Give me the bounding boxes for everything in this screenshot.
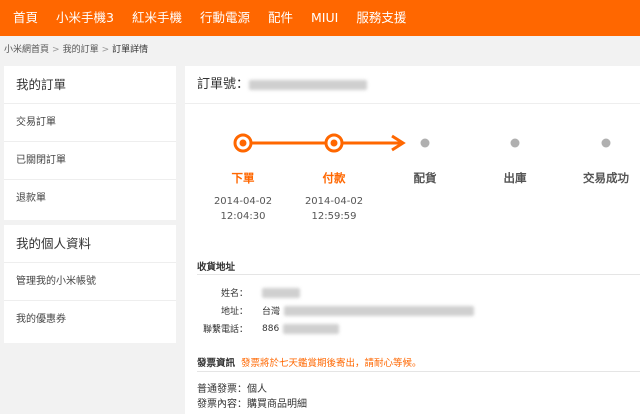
step-label-payment: 付款 (322, 171, 346, 185)
breadcrumb-current: 訂單詳情 (112, 45, 149, 55)
nav-item-mi3[interactable]: 小米手機3 (47, 0, 123, 36)
sidebar-item-coupons[interactable]: 我的優惠券 (4, 301, 176, 339)
breadcrumb-separator: > (101, 45, 110, 55)
shipping-address-label: 地址： (220, 307, 248, 317)
step-date-order: 2014-04-02 (213, 196, 273, 207)
nav-item-powerbank[interactable]: 行動電源 (191, 0, 259, 36)
step-dot-picking (420, 138, 430, 148)
breadcrumb-orders[interactable]: 我的訂單 (63, 45, 99, 55)
step-dot-order-inner (239, 139, 247, 147)
top-nav: 首頁 小米手機3 紅米手機 行動電源 配件 MIUI 服務支援 (0, 0, 640, 36)
shipping-phone-redacted (283, 323, 340, 334)
sidebar-profile: 我的個人資料 管理我的小米帳號 我的優惠券 (4, 225, 176, 343)
shipping-address-redacted (284, 305, 475, 316)
order-progress: 下單 付款 配貨 出庫 交易成功 2014-04-02 12:04:30 201… (185, 128, 640, 238)
sidebar-orders-title: 我的訂單 (4, 66, 176, 104)
shipping-divider (197, 274, 640, 275)
shipping-address-prefix: 台灣 (262, 307, 281, 317)
order-detail-panel: 訂單號： 下單 付款 配貨 出庫 交易成功 2014-04-02 12:04:3… (185, 66, 640, 414)
shipping-phone-row: 聯繫電話： 886 (197, 322, 340, 335)
order-number-row: 訂單號： (185, 66, 640, 104)
invoice-divider (197, 371, 640, 372)
shipping-address-row: 地址： 台灣 (197, 304, 475, 317)
nav-item-support[interactable]: 服務支援 (347, 0, 415, 36)
shipping-phone-label: 聯繫電話： (202, 325, 248, 335)
sidebar-item-account[interactable]: 管理我的小米帳號 (4, 263, 176, 301)
step-label-order: 下單 (231, 171, 255, 185)
invoice-content: 發票內容：購買商品明細 (197, 399, 307, 410)
shipping-name-label: 姓名： (220, 289, 248, 299)
sidebar-profile-title: 我的個人資料 (4, 225, 176, 263)
order-number-redacted (249, 79, 368, 90)
step-label-picking: 配貨 (413, 171, 437, 185)
step-dot-shipping (510, 138, 520, 148)
sidebar-item-closed-orders[interactable]: 已關閉訂單 (4, 142, 176, 180)
invoice-note: 發票將於七天鑑賞期後寄出，請耐心等候。 (241, 358, 422, 369)
nav-item-miui[interactable]: MIUI (302, 0, 347, 36)
step-time-order: 12:04:30 (220, 211, 266, 222)
shipping-name-row: 姓名： (197, 286, 300, 299)
nav-item-redmi[interactable]: 紅米手機 (123, 0, 191, 36)
progress-track (233, 133, 611, 153)
step-dot-payment-inner (330, 139, 338, 147)
step-label-complete: 交易成功 (583, 171, 629, 185)
nav-item-home[interactable]: 首頁 (4, 0, 47, 36)
step-label-shipping: 出庫 (503, 171, 527, 185)
order-number-label: 訂單號： (197, 76, 250, 92)
sidebar-item-refunds[interactable]: 退款單 (4, 180, 176, 218)
shipping-section-title: 收貨地址 (197, 262, 236, 273)
invoice-section-title: 發票資訊 發票將於七天鑑賞期後寄出，請耐心等候。 (197, 355, 422, 369)
breadcrumb: 小米網首頁 > 我的訂單 > 訂單詳情 (4, 42, 148, 55)
breadcrumb-home[interactable]: 小米網首頁 (4, 45, 49, 55)
invoice-title: 發票資訊 (197, 358, 236, 369)
sidebar-item-trade-orders[interactable]: 交易訂單 (4, 104, 176, 142)
breadcrumb-separator: > (52, 45, 60, 55)
shipping-phone-prefix: 886 (262, 323, 280, 334)
sidebar-orders: 我的訂單 交易訂單 已關閉訂單 退款單 (4, 66, 176, 220)
nav-item-accessories[interactable]: 配件 (259, 0, 302, 36)
shipping-name-redacted (262, 287, 300, 298)
invoice-type: 普通發票：個人 (197, 384, 267, 395)
step-dot-complete (601, 138, 611, 148)
step-time-payment: 12:59:59 (311, 211, 357, 222)
step-date-payment: 2014-04-02 (304, 196, 364, 207)
